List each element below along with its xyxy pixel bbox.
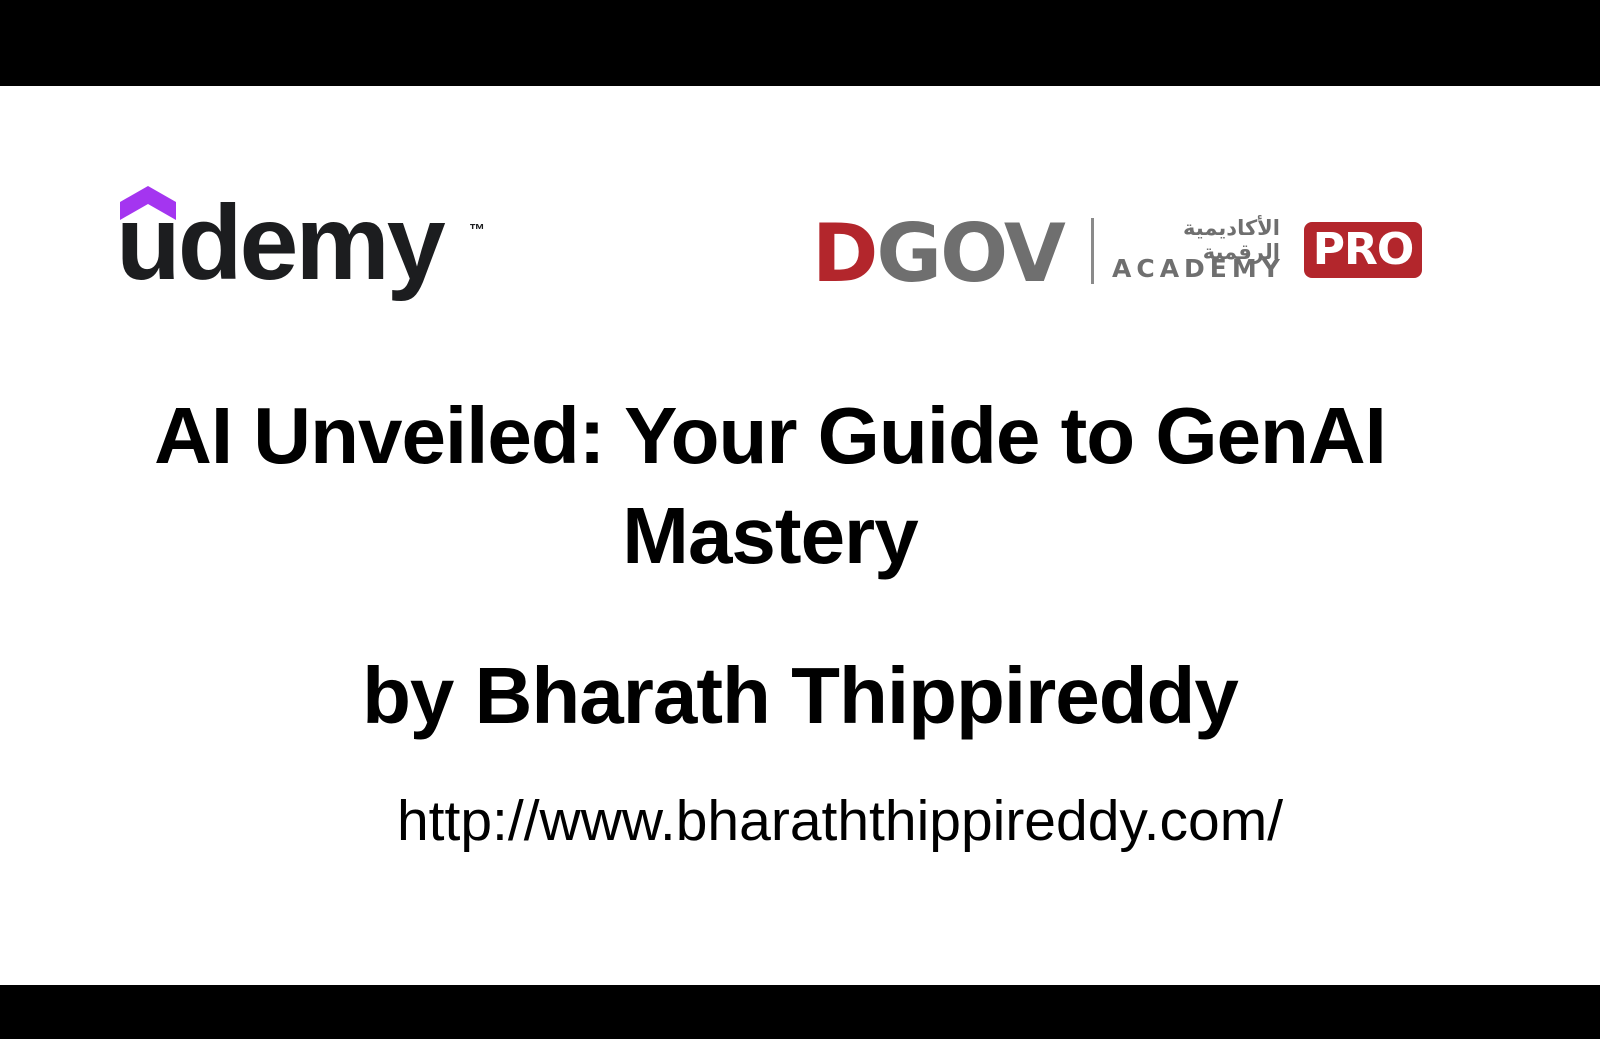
udemy-trademark: ™ bbox=[469, 222, 485, 239]
author-line: by Bharath Thippireddy bbox=[362, 651, 1239, 740]
course-title: AI Unveiled: Your Guide to GenAI Mastery bbox=[60, 386, 1480, 586]
website-url: http://www.bharaththippireddy.com/ bbox=[396, 789, 1284, 853]
video-frame: udemy ™ DGOV الأكاديمية الرقمية ACADEMY … bbox=[0, 0, 1600, 1039]
dgov-letters-gov: GOV bbox=[876, 207, 1065, 300]
dgov-pro-badge: PRO bbox=[1304, 222, 1422, 278]
course-title-line-1: AI Unveiled: Your Guide to GenAI bbox=[154, 391, 1387, 480]
udemy-wordmark: udemy bbox=[116, 184, 446, 302]
dgov-wordmark: DGOV bbox=[812, 214, 1066, 294]
dgov-divider bbox=[1091, 218, 1094, 284]
course-title-line-2: Mastery bbox=[622, 491, 918, 580]
udemy-logo: udemy ™ bbox=[116, 186, 496, 326]
dgov-letter-d: D bbox=[812, 207, 878, 300]
dgov-academy-logo: DGOV الأكاديمية الرقمية ACADEMY PRO bbox=[812, 214, 1432, 294]
dgov-academy-text: ACADEMY bbox=[1112, 254, 1285, 283]
title-slide: udemy ™ DGOV الأكاديمية الرقمية ACADEMY … bbox=[0, 86, 1600, 985]
